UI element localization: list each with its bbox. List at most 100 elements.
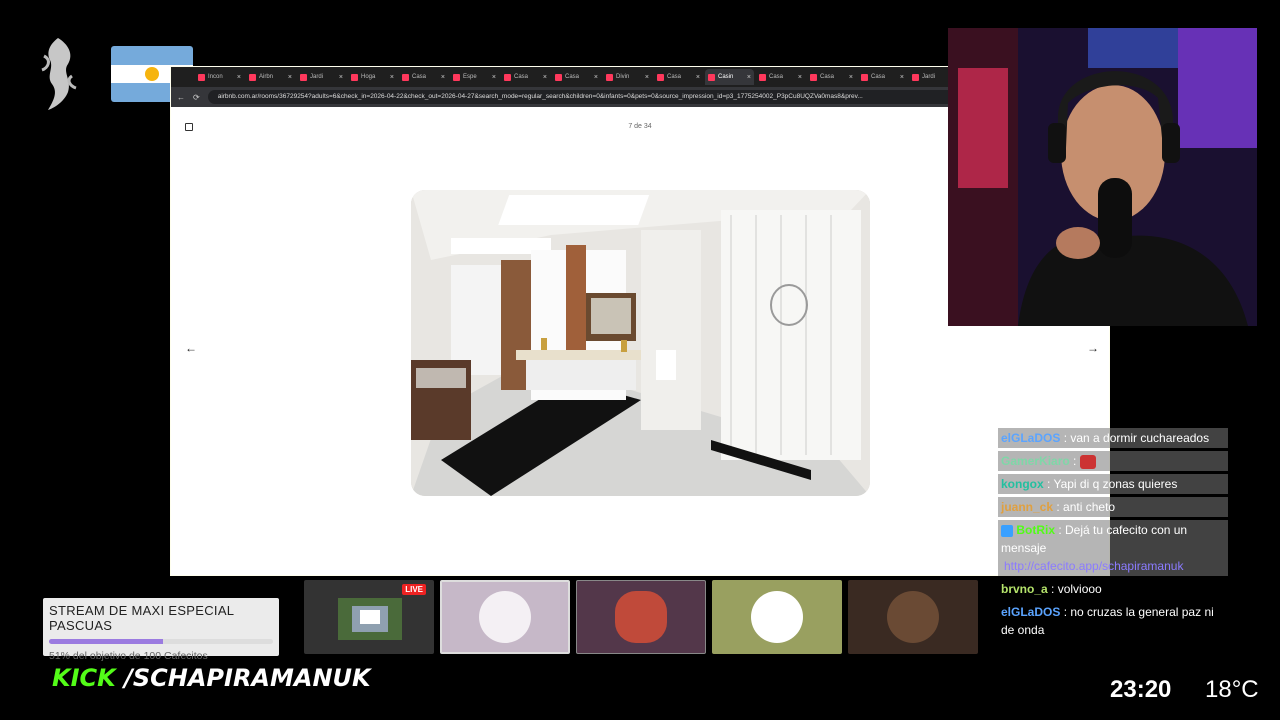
- tab-label: Casa: [667, 74, 682, 80]
- browser-tab[interactable]: Hoga ×: [348, 69, 397, 85]
- chat-text: : anti cheto: [1053, 500, 1116, 514]
- reload-icon[interactable]: ⟳: [193, 93, 200, 102]
- airbnb-favicon-icon: [861, 73, 868, 81]
- tab-label: Casa: [565, 74, 580, 80]
- chat-text: : volviooo: [1047, 582, 1102, 596]
- airbnb-favicon-icon: [300, 73, 307, 81]
- close-tab-icon[interactable]: ×: [645, 74, 649, 81]
- tab-label: Divin: [616, 74, 630, 80]
- chat-message: GamerKiaro :: [998, 451, 1228, 471]
- chat-username[interactable]: juann_ck: [1001, 500, 1053, 514]
- chat-message: elGLaDOS : van a dormir cuchareados: [998, 428, 1228, 448]
- thumbnail-strip: LIVE: [304, 580, 978, 654]
- browser-tab[interactable]: Casa ×: [756, 69, 805, 85]
- airbnb-favicon-icon: [555, 73, 562, 81]
- browser-tab[interactable]: Espe ×: [450, 69, 499, 85]
- close-tab-icon[interactable]: ×: [747, 74, 751, 81]
- avatar: [615, 591, 667, 643]
- close-tab-icon[interactable]: ×: [492, 74, 496, 81]
- browser-tab[interactable]: Casa ×: [501, 69, 550, 85]
- browser-tab[interactable]: Casa ×: [807, 69, 856, 85]
- back-icon[interactable]: ←: [177, 93, 185, 102]
- close-tab-icon[interactable]: ×: [441, 74, 445, 81]
- clock: 23:20: [1110, 676, 1172, 703]
- avatar: [751, 591, 803, 643]
- browser-tab[interactable]: Casa ×: [399, 69, 448, 85]
- tab-label: Casa: [820, 74, 835, 80]
- chat-username[interactable]: elGLaDOS: [1001, 605, 1060, 619]
- chat-message: juann_ck : anti cheto: [998, 497, 1228, 517]
- next-photo-icon[interactable]: →: [1087, 341, 1099, 355]
- goal-progress-fill: [49, 639, 164, 644]
- close-tab-icon[interactable]: ×: [237, 74, 241, 81]
- thumbnail-avatar-1[interactable]: [440, 580, 570, 654]
- browser-tab[interactable]: Incon ×: [195, 69, 244, 85]
- channel-name: KICK /SCHAPIRAMANUK: [52, 664, 371, 692]
- tab-label: Casin: [718, 74, 734, 80]
- airbnb-favicon-icon: [402, 73, 409, 81]
- channel-handle: /SCHAPIRAMANUK: [124, 664, 371, 692]
- airbnb-favicon-icon: [249, 73, 256, 81]
- close-tab-icon[interactable]: ×: [849, 74, 853, 81]
- browser-tab[interactable]: Divin ×: [603, 69, 652, 85]
- temperature: 18°C: [1205, 676, 1259, 703]
- chat-message: brvno_a : volviooo: [998, 579, 1228, 599]
- thumbnail-avatar-3[interactable]: [712, 580, 842, 654]
- browser-tab[interactable]: Casin ×: [705, 69, 754, 85]
- chat-username[interactable]: kongox: [1001, 477, 1044, 491]
- close-tab-icon[interactable]: ×: [390, 74, 394, 81]
- tab-label: Jardi: [922, 74, 936, 80]
- tab-label: Casa: [871, 74, 886, 80]
- devil-emote-icon: [1079, 454, 1096, 469]
- chat-text: : Yapi di q zonas quieres: [1043, 477, 1178, 491]
- airbnb-favicon-icon: [198, 73, 205, 81]
- webcam-feed: [948, 28, 1257, 326]
- close-tab-icon[interactable]: ×: [594, 74, 598, 81]
- airbnb-favicon-icon: [810, 73, 817, 81]
- chat-overlay: elGLaDOS : van a dormir cuchareados Gamer…: [998, 428, 1228, 643]
- goal-title: STREAM DE MAXI ESPECIAL PASCUAS: [49, 603, 234, 633]
- donation-goal: STREAM DE MAXI ESPECIAL PASCUAS 51% del …: [43, 598, 279, 662]
- close-tab-icon[interactable]: ×: [900, 74, 904, 81]
- chat-username[interactable]: brvno_a: [1001, 582, 1048, 596]
- chat-link[interactable]: http://cafecito.app/schapiramanuk: [1001, 557, 1225, 575]
- previous-photo-icon[interactable]: ←: [185, 341, 197, 355]
- thumbnail-avatar-4[interactable]: [848, 580, 978, 654]
- close-tab-icon[interactable]: ×: [543, 74, 547, 81]
- chat-username[interactable]: GamerKiaro: [1001, 454, 1070, 468]
- tab-label: Casa: [514, 74, 529, 80]
- chat-text: : van a dormir cuchareados: [1060, 431, 1210, 445]
- chat-message: elGLaDOS : no cruzas la general paz ni d…: [998, 602, 1228, 640]
- tab-label: Casa: [769, 74, 784, 80]
- tab-label: Hoga: [361, 74, 376, 80]
- thumbnail-live-stream[interactable]: LIVE: [304, 580, 434, 654]
- avatar: [479, 591, 531, 643]
- avatar: [887, 591, 939, 643]
- close-tab-icon[interactable]: ×: [798, 74, 802, 81]
- chat-username[interactable]: BotRix: [1016, 523, 1055, 537]
- browser-tab[interactable]: Casa ×: [552, 69, 601, 85]
- goal-subtitle: 51% del objetivo de 100 Cafecitos: [49, 650, 208, 662]
- tab-label: Airbn: [259, 74, 274, 80]
- airbnb-favicon-icon: [708, 73, 715, 81]
- tab-label: Casa: [412, 74, 427, 80]
- airbnb-favicon-icon: [657, 73, 664, 81]
- bathroom-photo[interactable]: [411, 190, 870, 496]
- browser-tab[interactable]: Casa ×: [858, 69, 907, 85]
- airbnb-favicon-icon: [504, 73, 511, 81]
- browser-tab[interactable]: Jardi ×: [297, 69, 346, 85]
- chat-message: kongox : Yapi di q zonas quieres: [998, 474, 1228, 494]
- chat-username[interactable]: elGLaDOS: [1001, 431, 1060, 445]
- airbnb-favicon-icon: [912, 73, 919, 81]
- tab-label: Incon: [208, 74, 223, 80]
- browser-tab[interactable]: Airbn ×: [246, 69, 295, 85]
- chat-text: :: [1069, 454, 1077, 468]
- browser-tab[interactable]: Casa ×: [654, 69, 703, 85]
- airbnb-favicon-icon: [351, 73, 358, 81]
- close-tab-icon[interactable]: ×: [288, 74, 292, 81]
- thumbnail-avatar-2[interactable]: [576, 580, 706, 654]
- close-tab-icon[interactable]: ×: [339, 74, 343, 81]
- close-tab-icon[interactable]: ×: [696, 74, 700, 81]
- chat-message: BotRix : Dejá tu cafecito con un mensaje…: [998, 520, 1228, 576]
- airbnb-favicon-icon: [453, 73, 460, 81]
